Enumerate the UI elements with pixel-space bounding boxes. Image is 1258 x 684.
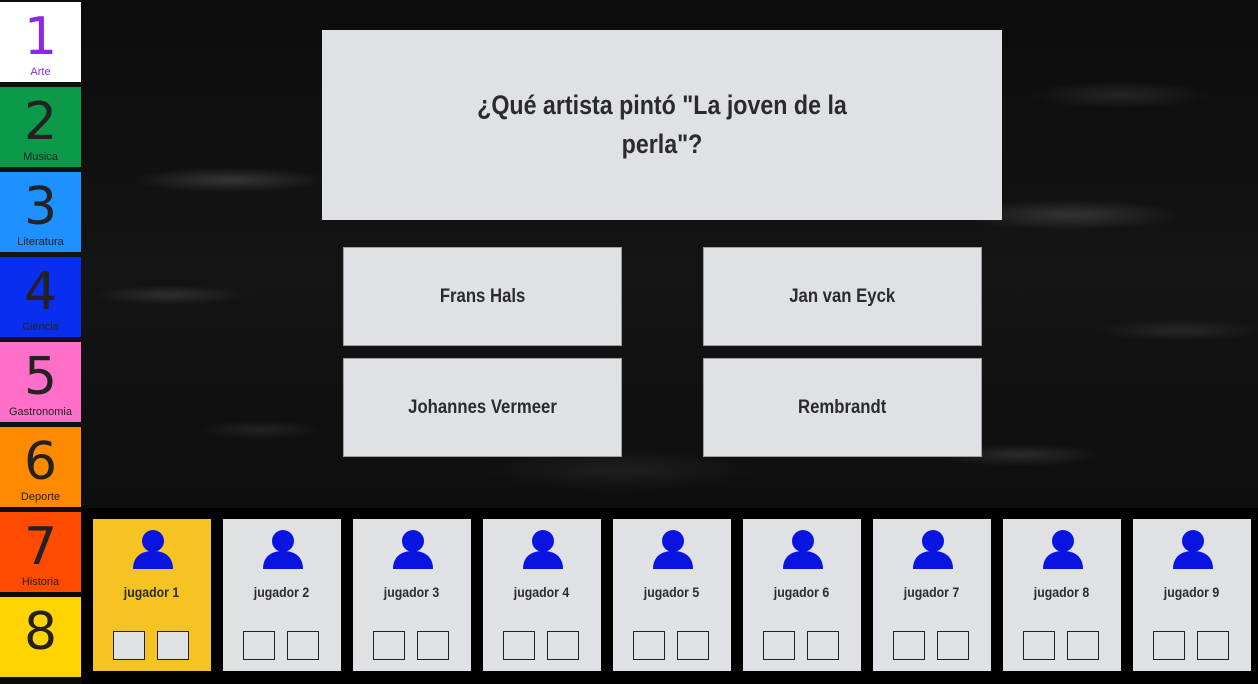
category-label: Musica (23, 151, 58, 163)
player-card-2[interactable]: jugador 2 (223, 519, 341, 671)
score-slot (503, 631, 535, 660)
category-4[interactable]: 4 Ciencia (0, 257, 81, 337)
category-3[interactable]: 3 Literatura (0, 172, 81, 252)
score-slot (373, 631, 405, 660)
answer-button-1[interactable]: Frans Hals (343, 247, 622, 346)
score-slot (763, 631, 795, 660)
player-name: jugador 1 (124, 584, 180, 600)
player-name: jugador 7 (904, 584, 960, 600)
answer-label: Johannes Vermeer (408, 396, 557, 418)
score-slot (287, 631, 319, 660)
score-slot (113, 631, 145, 660)
category-label: Ciencia (22, 321, 59, 333)
user-icon (523, 530, 563, 569)
player-name: jugador 6 (774, 584, 830, 600)
category-number: 5 (23, 347, 58, 407)
category-number: 4 (23, 262, 58, 322)
player-card-7[interactable]: jugador 7 (873, 519, 991, 671)
user-icon (133, 530, 173, 569)
score-slot (807, 631, 839, 660)
user-icon (1173, 530, 1213, 569)
category-number: 2 (23, 92, 58, 152)
category-number: 1 (23, 7, 58, 67)
category-2[interactable]: 2 Musica (0, 87, 81, 167)
user-icon (653, 530, 693, 569)
score-slot (633, 631, 665, 660)
category-label: Deporte (20, 491, 61, 503)
category-5[interactable]: 5 Gastronomia (0, 342, 81, 422)
player-card-3[interactable]: jugador 3 (353, 519, 471, 671)
player-card-9[interactable]: jugador 9 (1133, 519, 1251, 671)
user-icon (913, 530, 953, 569)
player-card-6[interactable]: jugador 6 (743, 519, 861, 671)
player-name: jugador 4 (514, 584, 570, 600)
category-number: 8 (23, 602, 58, 662)
score-slot (1067, 631, 1099, 660)
category-number: 6 (23, 432, 58, 492)
category-label: Literatura (17, 236, 64, 248)
question-card: ¿Qué artista pintó "La joven de la perla… (322, 30, 1002, 220)
user-icon (783, 530, 823, 569)
score-slot (893, 631, 925, 660)
player-name: jugador 2 (254, 584, 310, 600)
category-7[interactable]: 7 Historia (0, 512, 81, 592)
answer-button-2[interactable]: Jan van Eyck (703, 247, 982, 346)
player-name: jugador 3 (384, 584, 440, 600)
player-card-5[interactable]: jugador 5 (613, 519, 731, 671)
score-slot (677, 631, 709, 660)
score-slot (937, 631, 969, 660)
score-slot (1023, 631, 1055, 660)
answer-label: Frans Hals (439, 285, 526, 307)
answer-button-3[interactable]: Johannes Vermeer (343, 358, 622, 457)
player-name: jugador 5 (644, 584, 700, 600)
category-8[interactable]: 8 (0, 597, 81, 677)
category-label: Arte (30, 66, 51, 78)
player-card-8[interactable]: jugador 8 (1003, 519, 1121, 671)
category-number: 3 (23, 177, 58, 237)
user-icon (393, 530, 433, 569)
score-slot (547, 631, 579, 660)
answer-label: Jan van Eyck (789, 285, 896, 307)
category-1[interactable]: 1 Arte (0, 2, 81, 82)
answer-button-4[interactable]: Rembrandt (703, 358, 982, 457)
answer-label: Rembrandt (798, 396, 887, 418)
score-slot (1197, 631, 1229, 660)
question-text: ¿Qué artista pintó "La joven de la perla… (477, 90, 847, 159)
score-slot (1153, 631, 1185, 660)
score-slot (243, 631, 275, 660)
player-card-4[interactable]: jugador 4 (483, 519, 601, 671)
score-slot (417, 631, 449, 660)
user-icon (1043, 530, 1083, 569)
player-card-1[interactable]: jugador 1 (93, 519, 211, 671)
player-name: jugador 8 (1034, 584, 1090, 600)
score-slot (157, 631, 189, 660)
player-name: jugador 9 (1164, 584, 1220, 600)
category-number: 7 (23, 517, 58, 577)
category-column: 1 Arte 2 Musica 3 Literatura 4 Ciencia 5 Gast… (0, 2, 81, 682)
user-icon (263, 530, 303, 569)
category-label: Historia (21, 576, 60, 588)
category-6[interactable]: 6 Deporte (0, 427, 81, 507)
category-label: Gastronomia (9, 406, 72, 418)
